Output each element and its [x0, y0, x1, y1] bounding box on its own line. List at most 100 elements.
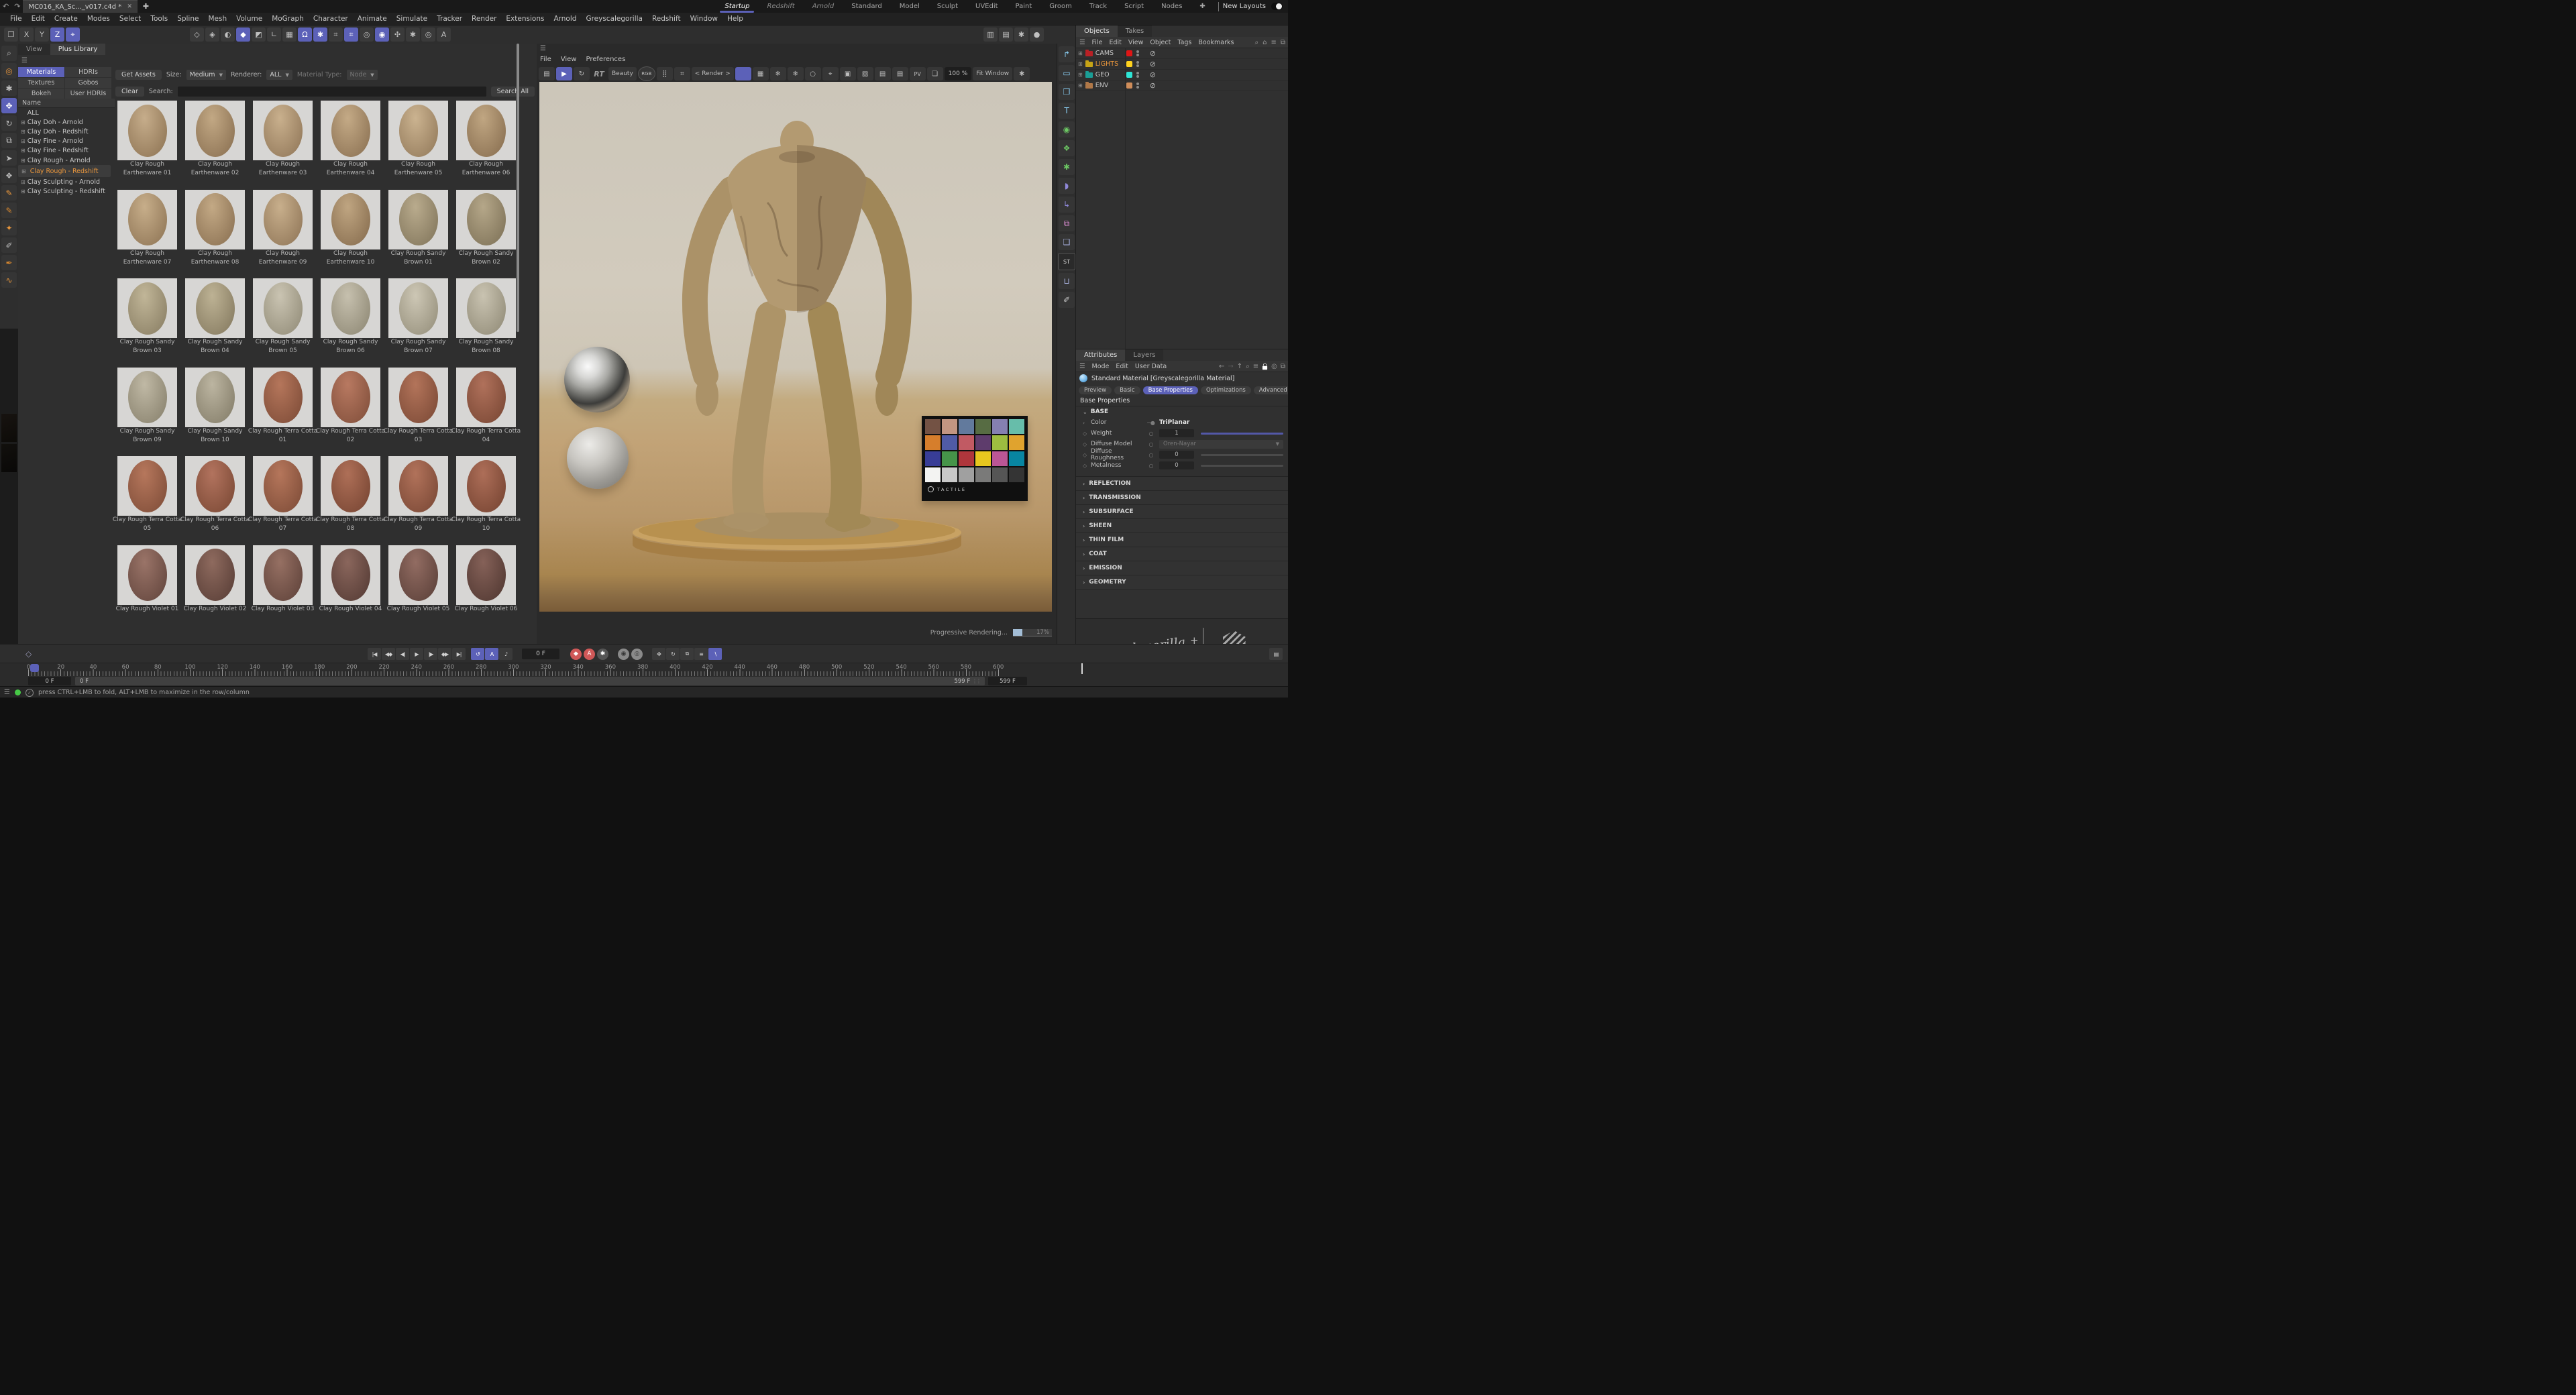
toolbar-button[interactable]: Ω [298, 27, 312, 42]
object-create-icon[interactable]: ❒ [1059, 84, 1075, 100]
material-thumbnail[interactable] [185, 367, 245, 427]
render-toolbar-button[interactable]: ⣿ [656, 67, 673, 80]
metalness-row[interactable]: ◇ Metalness ○ 0 [1076, 460, 1288, 471]
tree-item[interactable]: ⊞ Clay Doh - Redshift [18, 127, 111, 136]
layer-color-swatch[interactable] [1126, 72, 1132, 78]
tree-item[interactable]: ⊞ Clay Rough - Redshift [18, 165, 111, 178]
menu-item[interactable]: Volume [231, 15, 267, 23]
material-item[interactable]: Clay Rough Violet 05 [386, 545, 450, 634]
menu-item[interactable]: Preferences [586, 56, 625, 63]
expand-icon[interactable]: ⊞ [21, 179, 25, 185]
render-toolbar-button[interactable]: RGB [637, 66, 655, 81]
toolbar-button[interactable]: ◐ [221, 27, 235, 42]
expand-icon[interactable]: ⊞ [21, 168, 26, 174]
collapsed-section[interactable]: › SHEEN [1076, 519, 1288, 533]
material-thumbnail[interactable] [321, 101, 380, 160]
toolbar-button[interactable]: ◩ [252, 27, 266, 42]
popout-icon[interactable]: ⧉ [1281, 363, 1285, 370]
header-icon[interactable]: ⌂ [1263, 39, 1267, 46]
diffuse-roughness-slider[interactable] [1201, 453, 1283, 456]
category-tab[interactable]: Textures [18, 78, 64, 88]
tool-icon[interactable]: ↻ [1, 115, 17, 131]
toolbar-button[interactable]: ∟ [267, 27, 281, 42]
redo-icon[interactable]: ↷ [11, 2, 23, 11]
render-toolbar-button[interactable]: ▦ [752, 67, 769, 80]
render-toolbar-button[interactable]: ▤ [539, 67, 555, 80]
object-create-icon[interactable]: ⧉ [1059, 215, 1075, 231]
object-create-icon[interactable]: ◗ [1059, 178, 1075, 194]
tool-icon[interactable]: ✐ [1, 237, 17, 253]
material-thumbnail[interactable] [388, 189, 448, 249]
render-toolbar-button[interactable]: ↻ [574, 67, 590, 80]
object-name[interactable]: ENV [1095, 82, 1124, 89]
filter-icon[interactable]: ≡ [1253, 363, 1258, 370]
lock-icon[interactable] [1263, 363, 1268, 370]
material-thumbnail[interactable] [321, 545, 380, 605]
material-item[interactable]: Clay Rough Terra Cotta 02 [316, 367, 385, 457]
tree-item[interactable]: ⊞ Clay Doh - Arnold [18, 117, 111, 127]
material-thumbnail[interactable] [321, 367, 380, 427]
collapsed-section[interactable]: › EMISSION [1076, 561, 1288, 575]
tree-item[interactable]: ⊞ Clay Fine - Redshift [18, 146, 111, 156]
render-toolbar-button[interactable]: ▣ [839, 67, 856, 80]
hamburger-icon[interactable]: ☰ [1079, 39, 1085, 46]
material-item[interactable]: Clay Rough Terra Cotta 07 [248, 456, 317, 545]
panel-tab[interactable]: Objects [1076, 25, 1118, 37]
material-thumbnail[interactable] [185, 545, 245, 605]
material-thumbnail[interactable] [253, 189, 313, 249]
menu-item[interactable]: Redshift [647, 15, 686, 23]
layout-tab[interactable]: Track [1081, 0, 1116, 13]
tool-icon[interactable]: ∿ [1, 272, 17, 288]
transport-button[interactable]: ◀◆ [382, 648, 395, 660]
record-option-button[interactable]: ◉ [618, 648, 629, 660]
layout-tab[interactable]: Arnold [804, 0, 843, 13]
material-item[interactable]: Clay Rough Violet 06 [454, 545, 518, 634]
panel-tab[interactable]: Plus Library [50, 44, 106, 55]
object-create-icon[interactable]: ST [1058, 253, 1075, 270]
toolbar-button[interactable]: ▥ [983, 27, 998, 42]
material-thumbnail[interactable] [321, 456, 380, 516]
material-thumbnail[interactable] [253, 545, 313, 605]
expand-icon[interactable]: ⊞ [1078, 72, 1083, 78]
layout-tab[interactable]: Nodes [1152, 0, 1191, 13]
toolbar-button[interactable]: X [19, 27, 34, 42]
chevron-right-icon[interactable]: › [1083, 420, 1088, 426]
material-thumbnail[interactable] [117, 367, 177, 427]
material-item[interactable]: Clay Rough Sandy Brown 10 [183, 367, 247, 457]
tool-icon[interactable]: ✱ [1, 80, 17, 96]
render-tag-icon[interactable]: ⊘ [1150, 49, 1156, 58]
material-thumbnail[interactable] [117, 456, 177, 516]
expand-icon[interactable]: ⊞ [21, 148, 25, 154]
category-tab[interactable]: HDRIs [65, 67, 111, 77]
material-item[interactable]: Clay Rough Earthenware 06 [454, 101, 518, 190]
search-icon[interactable]: ⌕ [1246, 363, 1250, 370]
menu-item[interactable]: Extensions [501, 15, 549, 23]
material-item[interactable]: Clay Rough Terra Cotta 06 [180, 456, 250, 545]
material-thumbnail[interactable] [253, 456, 313, 516]
property-tab[interactable]: Base Properties [1142, 386, 1198, 394]
material-item[interactable]: Clay Rough Sandy Brown 06 [319, 278, 382, 368]
material-thumbnail[interactable] [117, 545, 177, 605]
playhead[interactable] [30, 664, 39, 672]
clear-button[interactable]: Clear [115, 87, 144, 97]
menu-item[interactable]: Create [50, 15, 83, 23]
object-row[interactable]: ⊞ LIGHTS ⊘ [1076, 59, 1288, 70]
material-thumbnail[interactable] [388, 456, 448, 516]
tool-icon[interactable]: ✦ [1, 220, 17, 235]
menu-item[interactable]: Mesh [203, 15, 231, 23]
object-create-icon[interactable]: ↳ [1059, 197, 1075, 213]
record-option-button[interactable]: ◎ [631, 648, 643, 660]
material-thumbnail[interactable] [185, 101, 245, 160]
toolbar-button[interactable]: ◉ [375, 27, 389, 42]
material-thumbnail[interactable] [117, 101, 177, 160]
menu-item[interactable]: View [1128, 39, 1144, 46]
expand-icon[interactable]: ⊞ [21, 119, 25, 125]
tool-icon[interactable]: ✥ [1, 98, 17, 113]
render-toolbar-button[interactable]: Fit Window [973, 67, 1013, 80]
toolbar-button[interactable]: ▤ [999, 27, 1013, 42]
object-create-icon[interactable]: ✱ [1059, 159, 1075, 175]
material-item[interactable]: Clay Rough Earthenware 07 [115, 189, 179, 279]
new-layouts-button[interactable]: New Layouts [1223, 3, 1266, 10]
key-channel-button[interactable]: ⧉ [680, 648, 694, 660]
layout-tab[interactable]: UVEdit [967, 0, 1007, 13]
